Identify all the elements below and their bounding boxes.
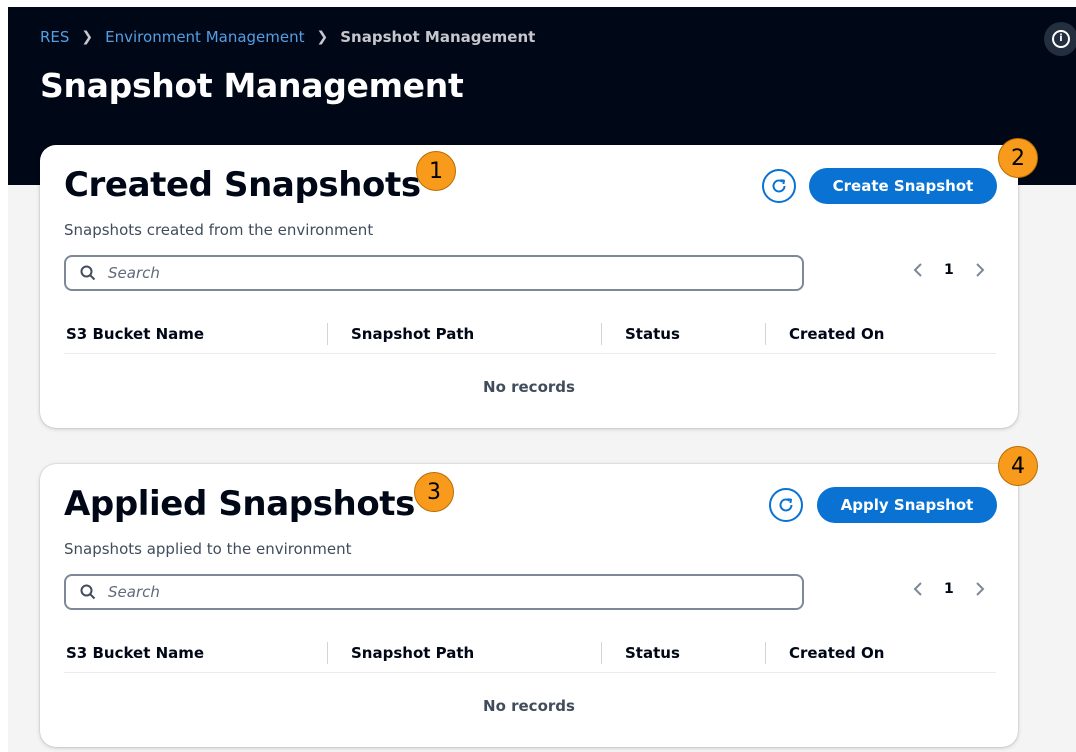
- breadcrumb: RES ❯ Environment Management ❯ Snapshot …: [40, 28, 535, 46]
- previous-page-icon[interactable]: [912, 262, 924, 278]
- info-icon: i: [1052, 30, 1070, 48]
- breadcrumb-item-res[interactable]: RES: [40, 28, 69, 46]
- column-header-status[interactable]: Status: [625, 325, 680, 343]
- search-icon: [80, 584, 96, 600]
- column-divider: [765, 323, 766, 345]
- refresh-icon: [779, 498, 793, 512]
- created-empty-state: No records: [483, 378, 575, 396]
- applied-page-number[interactable]: 1: [944, 581, 954, 597]
- column-divider: [765, 642, 766, 664]
- created-pagination: 1: [912, 262, 986, 278]
- breadcrumb-item-environment-management[interactable]: Environment Management: [105, 28, 304, 46]
- column-header-s3-bucket-name[interactable]: S3 Bucket Name: [66, 325, 204, 343]
- previous-page-icon[interactable]: [912, 581, 924, 597]
- created-search-input[interactable]: [106, 263, 760, 283]
- refresh-created-button[interactable]: [762, 169, 796, 203]
- applied-snapshots-title: Applied Snapshots: [64, 484, 415, 524]
- callout-marker-2: 2: [998, 138, 1038, 178]
- search-icon: [80, 265, 96, 281]
- left-margin: [0, 0, 8, 752]
- created-table-header: S3 Bucket Name Snapshot Path Status Crea…: [64, 315, 996, 354]
- refresh-applied-button[interactable]: [769, 488, 803, 522]
- applied-pagination: 1: [912, 581, 986, 597]
- apply-snapshot-button[interactable]: Apply Snapshot: [817, 487, 997, 523]
- chevron-right-icon: ❯: [316, 29, 329, 45]
- info-button[interactable]: i: [1044, 22, 1076, 56]
- callout-marker-1: 1: [416, 151, 456, 191]
- callout-marker-3: 3: [414, 472, 454, 512]
- next-page-icon[interactable]: [974, 581, 986, 597]
- create-snapshot-button[interactable]: Create Snapshot: [809, 168, 997, 204]
- column-header-status[interactable]: Status: [625, 644, 680, 662]
- created-snapshots-card: Created Snapshots Snapshots created from…: [40, 145, 1018, 428]
- column-divider: [601, 323, 602, 345]
- column-header-s3-bucket-name[interactable]: S3 Bucket Name: [66, 644, 204, 662]
- breadcrumb-current: Snapshot Management: [340, 28, 536, 46]
- applied-empty-state: No records: [483, 697, 575, 715]
- chevron-right-icon: ❯: [81, 29, 94, 45]
- applied-table-header: S3 Bucket Name Snapshot Path Status Crea…: [64, 634, 996, 673]
- column-header-created-on[interactable]: Created On: [789, 644, 884, 662]
- created-snapshots-title: Created Snapshots: [64, 165, 421, 205]
- column-divider: [327, 323, 328, 345]
- next-page-icon[interactable]: [974, 262, 986, 278]
- applied-snapshots-card: Applied Snapshots Snapshots applied to t…: [40, 464, 1018, 747]
- applied-search-input[interactable]: [106, 582, 760, 602]
- created-snapshots-description: Snapshots created from the environment: [64, 221, 374, 239]
- created-search-field[interactable]: [64, 255, 804, 291]
- applied-search-field[interactable]: [64, 574, 804, 610]
- column-header-created-on[interactable]: Created On: [789, 325, 884, 343]
- column-header-snapshot-path[interactable]: Snapshot Path: [351, 325, 474, 343]
- refresh-icon: [772, 179, 786, 193]
- top-margin: [0, 0, 1076, 7]
- column-divider: [327, 642, 328, 664]
- created-page-number[interactable]: 1: [944, 262, 954, 278]
- page-title: Snapshot Management: [40, 66, 464, 105]
- column-divider: [601, 642, 602, 664]
- callout-marker-4: 4: [998, 446, 1038, 486]
- column-header-snapshot-path[interactable]: Snapshot Path: [351, 644, 474, 662]
- applied-snapshots-description: Snapshots applied to the environment: [64, 540, 352, 558]
